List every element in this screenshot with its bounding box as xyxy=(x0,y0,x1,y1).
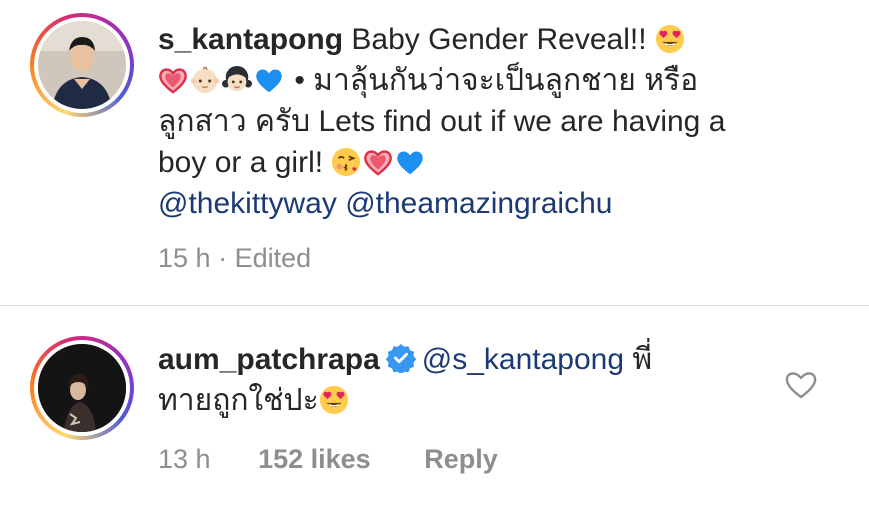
caption-english-2: boy or a girl! xyxy=(158,146,324,179)
baby-icon xyxy=(190,65,220,95)
caption-line-2: • มาลุ้นกันว่าจะเป็นลูกชาย หรือ xyxy=(158,60,798,101)
comment-line-1: aum_patchrapa @s_kantapong พี่ xyxy=(158,339,798,380)
post-caption: s_kantapong Baby Gender Reveal!! • มาลุ้… xyxy=(0,0,869,305)
timestamp[interactable]: 13 h xyxy=(158,444,211,474)
caption-line-4: boy or a girl! xyxy=(158,142,798,183)
meta-separator: · xyxy=(218,243,228,273)
blue-heart-icon xyxy=(254,65,284,95)
edited-label: Edited xyxy=(234,243,312,273)
comment: aum_patchrapa @s_kantapong พี่ ทายถูกใช่ป… xyxy=(0,306,869,508)
caption-english-1: Lets find out if we are having a xyxy=(318,105,726,138)
caption-text: s_kantapong Baby Gender Reveal!! • มาลุ้… xyxy=(158,19,798,224)
profile-photo xyxy=(38,21,126,109)
likes-count[interactable]: 152 likes xyxy=(258,444,371,474)
comment-line-2: ทายถูกใช่ปะ xyxy=(158,380,798,421)
sparkling-heart-icon xyxy=(363,147,393,177)
comment-meta: 13 h 152 likes Reply xyxy=(158,444,498,475)
profile-photo xyxy=(38,344,126,432)
caption-line-5: @thekittyway @theamazingraichu xyxy=(158,183,798,224)
comment-text: aum_patchrapa @s_kantapong พี่ ทายถูกใช่ป… xyxy=(158,339,798,421)
timestamp[interactable]: 15 h xyxy=(158,243,211,273)
mention-link[interactable]: @theamazingraichu xyxy=(345,187,612,220)
story-ring[interactable] xyxy=(30,336,134,440)
mention-link[interactable]: @thekittyway xyxy=(158,187,337,220)
heart-outline-icon[interactable] xyxy=(784,368,818,400)
username-link[interactable]: s_kantapong xyxy=(158,23,343,56)
smiling-face-heart-eyes-icon xyxy=(655,24,685,54)
sparkling-heart-icon xyxy=(158,65,188,95)
comment-text-1: พี่ xyxy=(632,343,653,376)
blue-heart-icon xyxy=(395,147,425,177)
comment-text-2: ทายถูกใช่ปะ xyxy=(158,384,319,417)
caption-line-1: s_kantapong Baby Gender Reveal!! xyxy=(158,19,798,60)
caption-thai-1: • มาลุ้นกันว่าจะเป็นลูกชาย หรือ xyxy=(294,64,699,97)
face-blowing-kiss-icon xyxy=(331,147,361,177)
caption-title: Baby Gender Reveal!! xyxy=(351,23,647,56)
reply-button[interactable]: Reply xyxy=(424,444,498,474)
smiling-face-heart-eyes-icon xyxy=(319,385,349,415)
mention-link[interactable]: @s_kantapong xyxy=(422,343,624,376)
verified-badge-icon xyxy=(385,343,416,373)
caption-thai-2: ลูกสาว ครับ xyxy=(158,105,311,138)
caption-meta: 15 h · Edited xyxy=(158,243,311,274)
girl-icon xyxy=(222,65,252,95)
story-ring[interactable] xyxy=(30,13,134,117)
avatar[interactable] xyxy=(38,21,126,109)
username-link[interactable]: aum_patchrapa xyxy=(158,343,380,376)
caption-line-3: ลูกสาว ครับ Lets find out if we are havi… xyxy=(158,101,798,142)
avatar[interactable] xyxy=(38,344,126,432)
